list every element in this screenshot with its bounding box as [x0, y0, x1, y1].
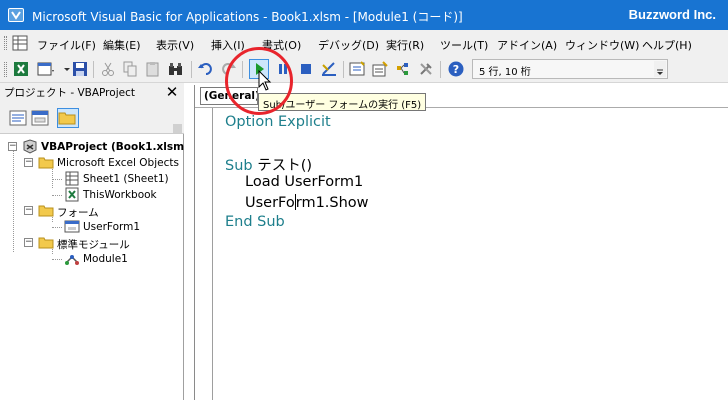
tree-node-modules[interactable]: − 標準モジュール: [24, 235, 184, 251]
code-text-before-caret: UserFo: [245, 195, 295, 211]
toolbar-separator: [191, 61, 192, 78]
design-mode-icon[interactable]: [320, 60, 338, 78]
folder-icon: [38, 205, 54, 217]
menu-view[interactable]: 表示(V): [156, 37, 194, 53]
title-bar: Microsoft Visual Basic for Applications …: [0, 0, 728, 30]
collapse-icon[interactable]: −: [24, 158, 33, 167]
code-line-1[interactable]: Option Explicit: [225, 114, 331, 130]
menu-help[interactable]: ヘルプ(H): [642, 37, 692, 53]
menu-bar: ファイル(F) 編集(E) 表示(V) 挿入(I) 書式(O) デバッグ(D) …: [0, 30, 728, 56]
scroll-arrow-icon[interactable]: [173, 124, 182, 133]
worksheet-icon: [65, 171, 79, 186]
project-tree: − VBAProject (Book1.xlsm) − Microsoft Ex…: [0, 136, 184, 400]
tree-node-project[interactable]: − VBAProject (Book1.xlsm): [8, 139, 184, 155]
cursor-position-readout: 5 行, 10 桁: [472, 59, 668, 79]
tree-node-sheet1[interactable]: Sheet1 (Sheet1): [52, 171, 184, 187]
code-line-5[interactable]: UserForm1.Show: [245, 194, 369, 211]
cursor-position-text: 5 行, 10 桁: [479, 67, 531, 78]
menu-edit[interactable]: 編集(E): [103, 37, 141, 53]
margin-indicator-bar[interactable]: [195, 108, 213, 400]
code-window: (General) Option Explicit Sub テスト() Load…: [194, 85, 728, 400]
tree-line: [52, 179, 62, 180]
procedure-name: テスト(): [252, 158, 313, 174]
toolbox-icon[interactable]: [417, 60, 435, 78]
cut-icon[interactable]: [99, 60, 117, 78]
menu-addins[interactable]: アドイン(A): [497, 37, 557, 53]
insert-userform-icon[interactable]: [36, 60, 54, 78]
excel-icon[interactable]: [12, 60, 30, 78]
project-pane-title-text: プロジェクト - VBAProject: [4, 87, 135, 99]
tree-node-userform1[interactable]: UserForm1: [52, 219, 184, 235]
project-pane-toolbar: [0, 102, 184, 134]
code-text-after-caret: rm1.Show: [295, 195, 369, 211]
menubar-grip[interactable]: [4, 36, 7, 50]
collapse-icon[interactable]: −: [24, 238, 33, 247]
tree-node-module1[interactable]: Module1: [52, 251, 184, 267]
tree-node-forms[interactable]: − フォーム: [24, 203, 184, 219]
tree-label-excel-objects: Microsoft Excel Objects: [57, 157, 179, 169]
tree-label-userform1: UserForm1: [83, 221, 141, 233]
userform-icon: [64, 220, 80, 233]
project-explorer-pane: プロジェクト - VBAProject ✕ − VBAProject (Book…: [0, 83, 184, 400]
toolbar-grip[interactable]: [4, 62, 7, 77]
view-code-icon[interactable]: [9, 110, 27, 126]
help-icon[interactable]: ?: [447, 60, 465, 78]
tree-label-forms: フォーム: [57, 207, 99, 219]
window-title: Microsoft Visual Basic for Applications …: [32, 10, 463, 24]
view-object-icon[interactable]: [31, 110, 49, 126]
workbook-icon: [65, 187, 79, 202]
tree-line: [52, 195, 62, 196]
vba-app-icon: [8, 8, 24, 22]
view-excel-icon[interactable]: [12, 35, 28, 51]
menu-run[interactable]: 実行(R): [386, 37, 424, 53]
menu-window[interactable]: ウィンドウ(W): [565, 37, 639, 53]
tree-label-thisworkbook: ThisWorkbook: [83, 189, 157, 201]
tree-node-excel-objects[interactable]: − Microsoft Excel Objects: [24, 155, 184, 171]
toggle-folders-icon[interactable]: [57, 108, 79, 128]
menu-file[interactable]: ファイル(F): [37, 37, 96, 53]
menu-debug[interactable]: デバッグ(D): [318, 37, 379, 53]
tree-line: [52, 259, 62, 260]
tree-label-sheet1: Sheet1 (Sheet1): [83, 173, 169, 185]
code-line-4[interactable]: Load UserForm1: [245, 174, 363, 190]
tree-node-thisworkbook[interactable]: ThisWorkbook: [52, 187, 184, 203]
properties-icon[interactable]: [371, 60, 389, 78]
highlight-circle: [225, 47, 293, 115]
undo-icon[interactable]: [197, 60, 215, 78]
menu-insert[interactable]: 挿入(I): [211, 37, 245, 53]
svg-text:?: ?: [453, 63, 459, 76]
toolbar-options-icon[interactable]: [654, 61, 666, 77]
toolbar-separator: [440, 61, 441, 78]
tree-label-project: VBAProject (Book1.xlsm): [41, 141, 184, 153]
vba-project-icon: [23, 139, 37, 154]
code-line-3[interactable]: Sub テスト(): [225, 154, 312, 175]
folder-icon: [38, 237, 54, 249]
brand-label: Buzzword Inc.: [628, 7, 716, 22]
toolbar-separator: [93, 61, 94, 78]
find-icon[interactable]: [167, 60, 185, 78]
close-icon[interactable]: ✕: [164, 84, 180, 100]
object-browser-icon[interactable]: [394, 60, 412, 78]
tree-label-module1: Module1: [83, 253, 128, 265]
collapse-icon[interactable]: −: [8, 142, 17, 151]
module-icon: [65, 255, 79, 265]
code-line-6[interactable]: End Sub: [225, 214, 285, 230]
copy-icon[interactable]: [121, 60, 139, 78]
collapse-icon[interactable]: −: [24, 206, 33, 215]
dropdown-arrow-icon[interactable]: [58, 60, 70, 78]
toolbar-separator: [343, 61, 344, 78]
tree-line: [13, 148, 14, 252]
reset-icon[interactable]: [297, 60, 315, 78]
menu-tools[interactable]: ツール(T): [440, 37, 488, 53]
paste-icon[interactable]: [144, 60, 162, 78]
save-icon[interactable]: [71, 60, 89, 78]
project-pane-title: プロジェクト - VBAProject ✕: [0, 83, 184, 102]
code-editor[interactable]: Option Explicit Sub テスト() Load UserForm1…: [225, 108, 725, 398]
tree-line: [52, 227, 62, 228]
tree-label-modules: 標準モジュール: [57, 239, 130, 251]
folder-icon: [38, 157, 54, 169]
keyword-sub: Sub: [225, 158, 253, 174]
project-explorer-icon[interactable]: [348, 60, 366, 78]
